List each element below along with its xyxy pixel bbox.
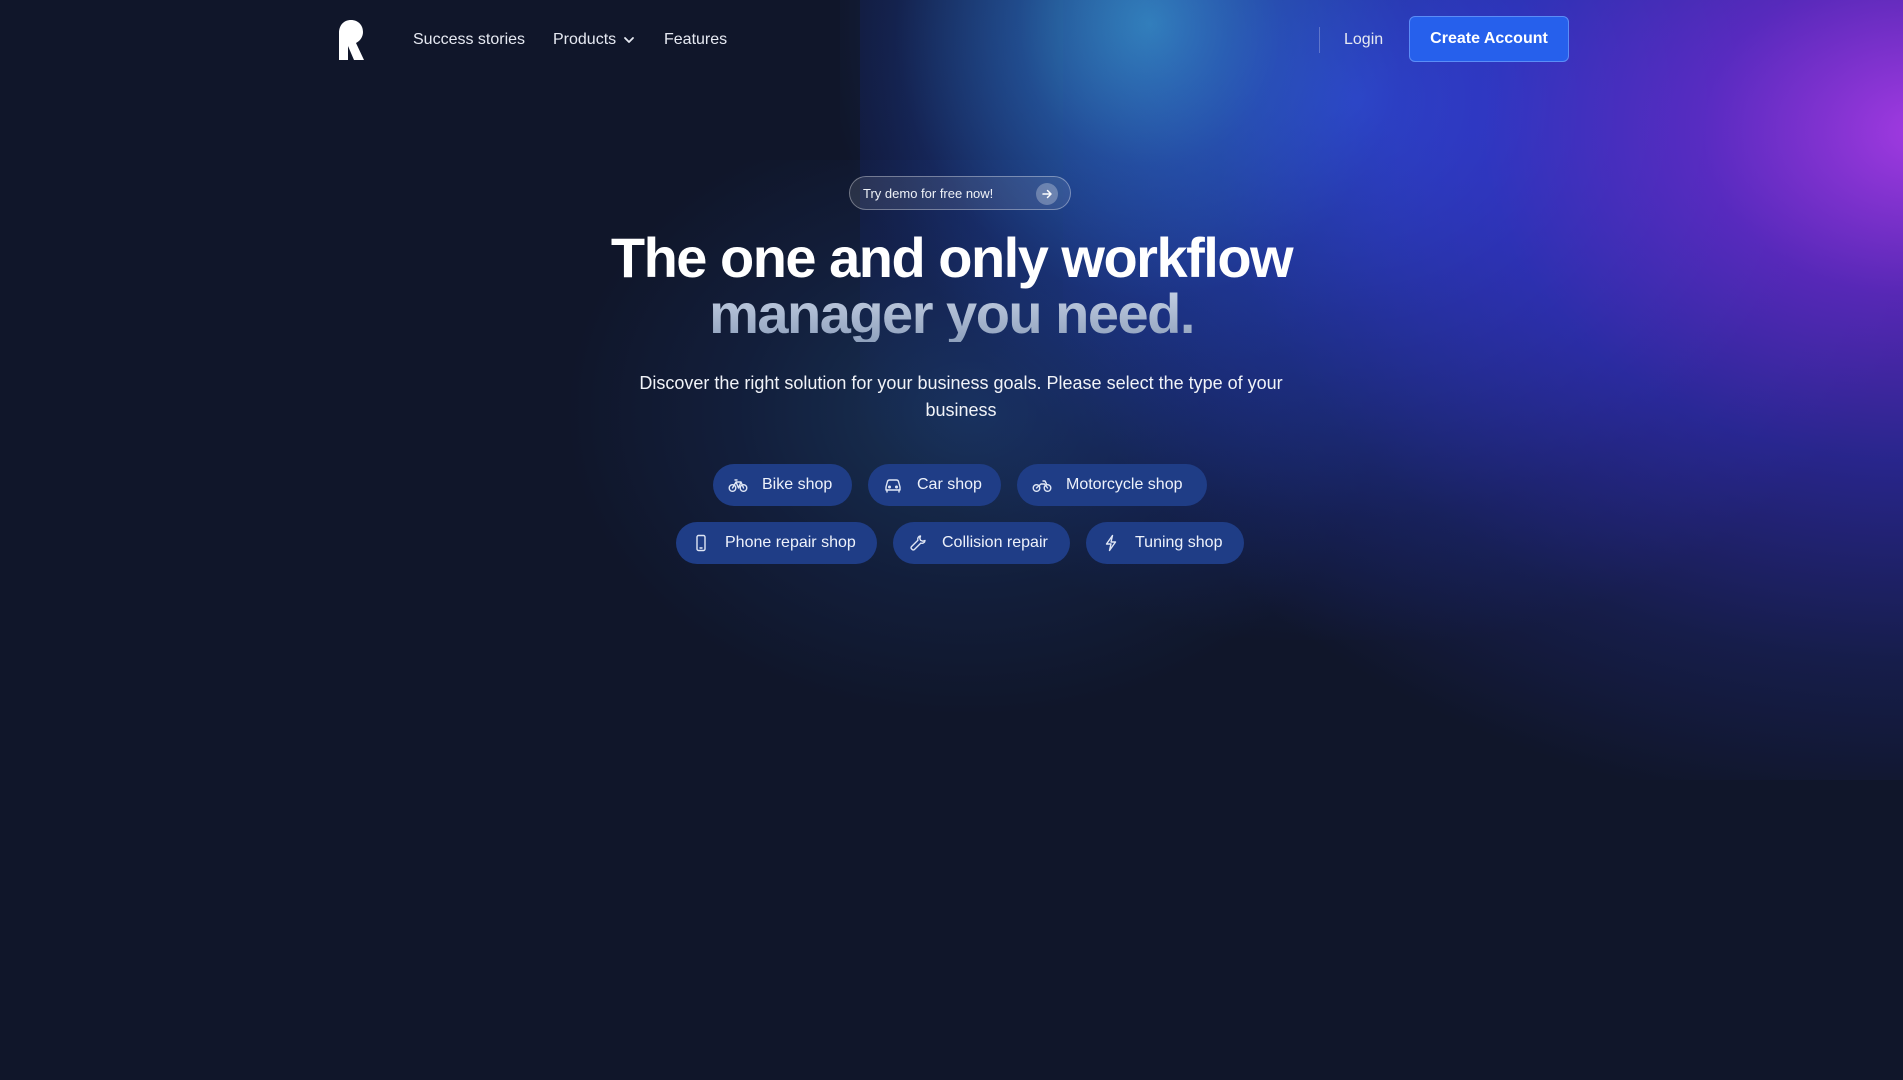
wrench-icon	[908, 533, 928, 553]
hero-headline-line1: The one and only workflow	[610, 226, 1294, 289]
motorcycle-icon	[1032, 475, 1052, 495]
business-type-motorcycle-shop[interactable]: Motorcycle shop	[1017, 464, 1207, 506]
business-type-label: Phone repair shop	[725, 534, 856, 551]
car-icon	[883, 475, 903, 495]
business-type-label: Collision repair	[942, 534, 1048, 551]
nav-success-stories[interactable]: Success stories	[413, 30, 525, 50]
arrow-right-icon	[1036, 183, 1058, 205]
business-type-collision-repair[interactable]: Collision repair	[893, 522, 1070, 564]
business-type-tuning-shop[interactable]: Tuning shop	[1086, 522, 1244, 564]
business-type-car-shop[interactable]: Car shop	[868, 464, 1001, 506]
smartphone-icon	[691, 533, 711, 553]
try-demo-label: Try demo for free now!	[863, 185, 994, 201]
try-demo-pill[interactable]: Try demo for free now!	[849, 176, 1071, 210]
hero-subtitle: Discover the right solution for your bus…	[639, 373, 1283, 420]
brand-logo-icon[interactable]	[336, 19, 366, 61]
business-type-bike-shop[interactable]: Bike shop	[713, 464, 852, 506]
chevron-down-icon	[622, 33, 636, 47]
login-link[interactable]: Login	[1344, 30, 1383, 50]
business-type-label: Car shop	[917, 476, 982, 493]
nav-products-dropdown[interactable]: Products	[553, 30, 636, 50]
business-type-label: Tuning shop	[1135, 534, 1223, 551]
lightning-icon	[1101, 533, 1121, 553]
business-type-label: Motorcycle shop	[1066, 476, 1183, 493]
top-navigation: Success stories Products Features Login …	[0, 0, 1903, 80]
nav-features[interactable]: Features	[664, 30, 727, 50]
create-account-button[interactable]: Create Account	[1409, 16, 1569, 62]
bicycle-icon	[728, 475, 748, 495]
nav-products-label: Products	[553, 31, 617, 48]
business-type-label: Bike shop	[762, 476, 833, 493]
landing-page: Success stories Products Features Login …	[0, 0, 1903, 1080]
hero-headline-line2: manager you need.	[0, 286, 1903, 342]
nav-divider	[1319, 27, 1320, 53]
business-type-phone-repair-shop[interactable]: Phone repair shop	[676, 522, 877, 564]
